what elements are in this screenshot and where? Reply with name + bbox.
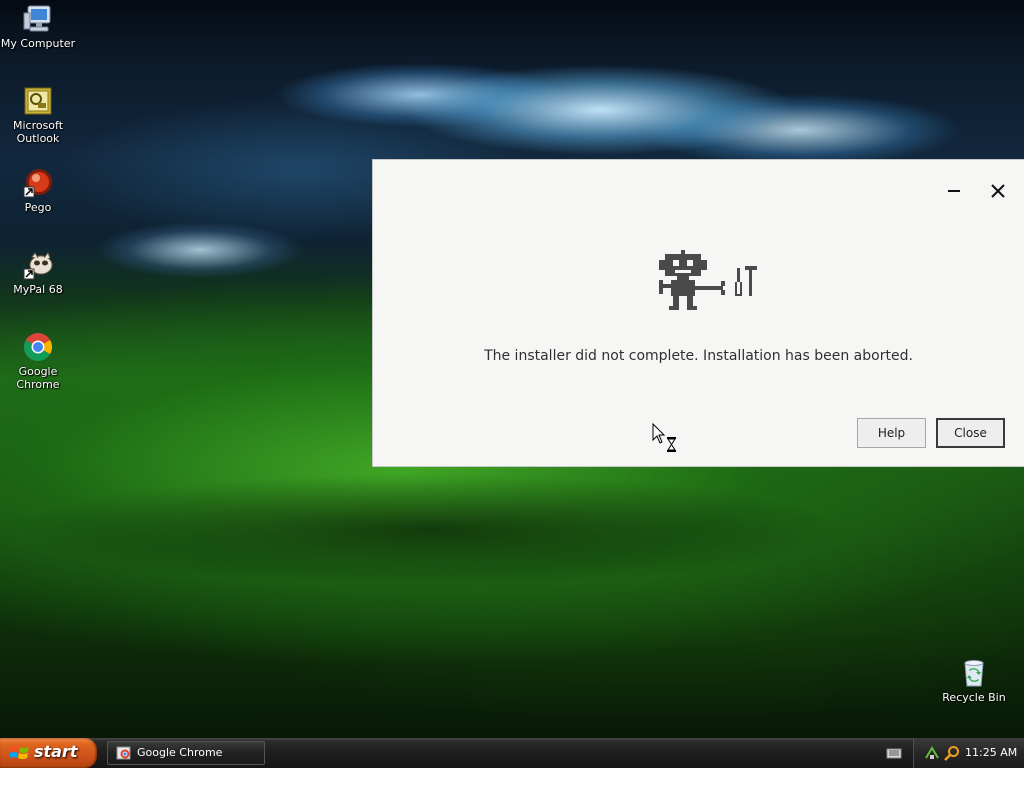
close-icon	[991, 184, 1005, 198]
minimize-icon	[948, 190, 960, 192]
recycle-bin-icon	[964, 660, 984, 687]
desktop-icon-label: Microsoft Outlook	[12, 119, 64, 145]
desktop-icon-chrome[interactable]: Google Chrome	[0, 331, 76, 391]
installer-icon	[116, 746, 131, 760]
desktop: My Computer Microsoft Outlook Pego MyPal…	[0, 0, 1024, 738]
taskbar: start Google Chrome Installer 11:25 AM	[0, 738, 1024, 781]
wallpaper-shadow	[0, 470, 1024, 590]
close-button[interactable]: Close	[936, 418, 1005, 448]
desktop-icon-label: My Computer	[0, 37, 76, 50]
my-computer-icon	[23, 5, 51, 32]
desktop-icon-label: Recycle Bin	[942, 691, 1006, 704]
desktop-icon-pego[interactable]: Pego	[0, 167, 76, 214]
help-button[interactable]: Help	[857, 418, 926, 448]
chrome-installer-dialog: The installer did not complete. Installa…	[372, 159, 1024, 467]
start-label: start	[34, 742, 78, 761]
mypal-icon	[23, 252, 53, 280]
minimize-button[interactable]	[943, 180, 965, 202]
desktop-icon-mypal[interactable]: MyPal 68	[0, 249, 76, 296]
search-icon[interactable]	[944, 745, 960, 761]
desktop-icon-my-computer[interactable]: My Computer	[0, 3, 76, 50]
error-message: The installer did not complete. Installa…	[484, 348, 913, 364]
clock[interactable]: 11:25 AM	[965, 746, 1017, 759]
desktop-icon-label: Pego	[24, 201, 52, 214]
windows-logo-icon	[10, 746, 29, 759]
keyboard-icon	[886, 748, 902, 759]
system-tray: 11:25 AM	[913, 738, 1024, 768]
taskbar-button-label: Google Chrome Installer	[137, 746, 223, 781]
robot-with-tools-icon	[659, 250, 757, 310]
desktop-icon-recycle-bin[interactable]: Recycle Bin	[936, 657, 1012, 704]
pego-icon	[23, 169, 52, 198]
keyboard-layout-indicator[interactable]	[882, 742, 906, 764]
start-button[interactable]: start	[0, 738, 97, 768]
close-window-button[interactable]	[987, 180, 1009, 202]
busy-cursor-icon	[652, 423, 676, 452]
desktop-icon-label: Google Chrome	[16, 365, 60, 391]
network-icon[interactable]	[924, 745, 940, 761]
chrome-icon	[24, 333, 52, 361]
desktop-icon-label: MyPal 68	[13, 283, 63, 296]
taskbar-button-chrome-installer[interactable]: Google Chrome Installer	[107, 741, 265, 781]
desktop-icon-outlook[interactable]: Microsoft Outlook	[0, 85, 76, 145]
outlook-icon	[24, 87, 52, 115]
